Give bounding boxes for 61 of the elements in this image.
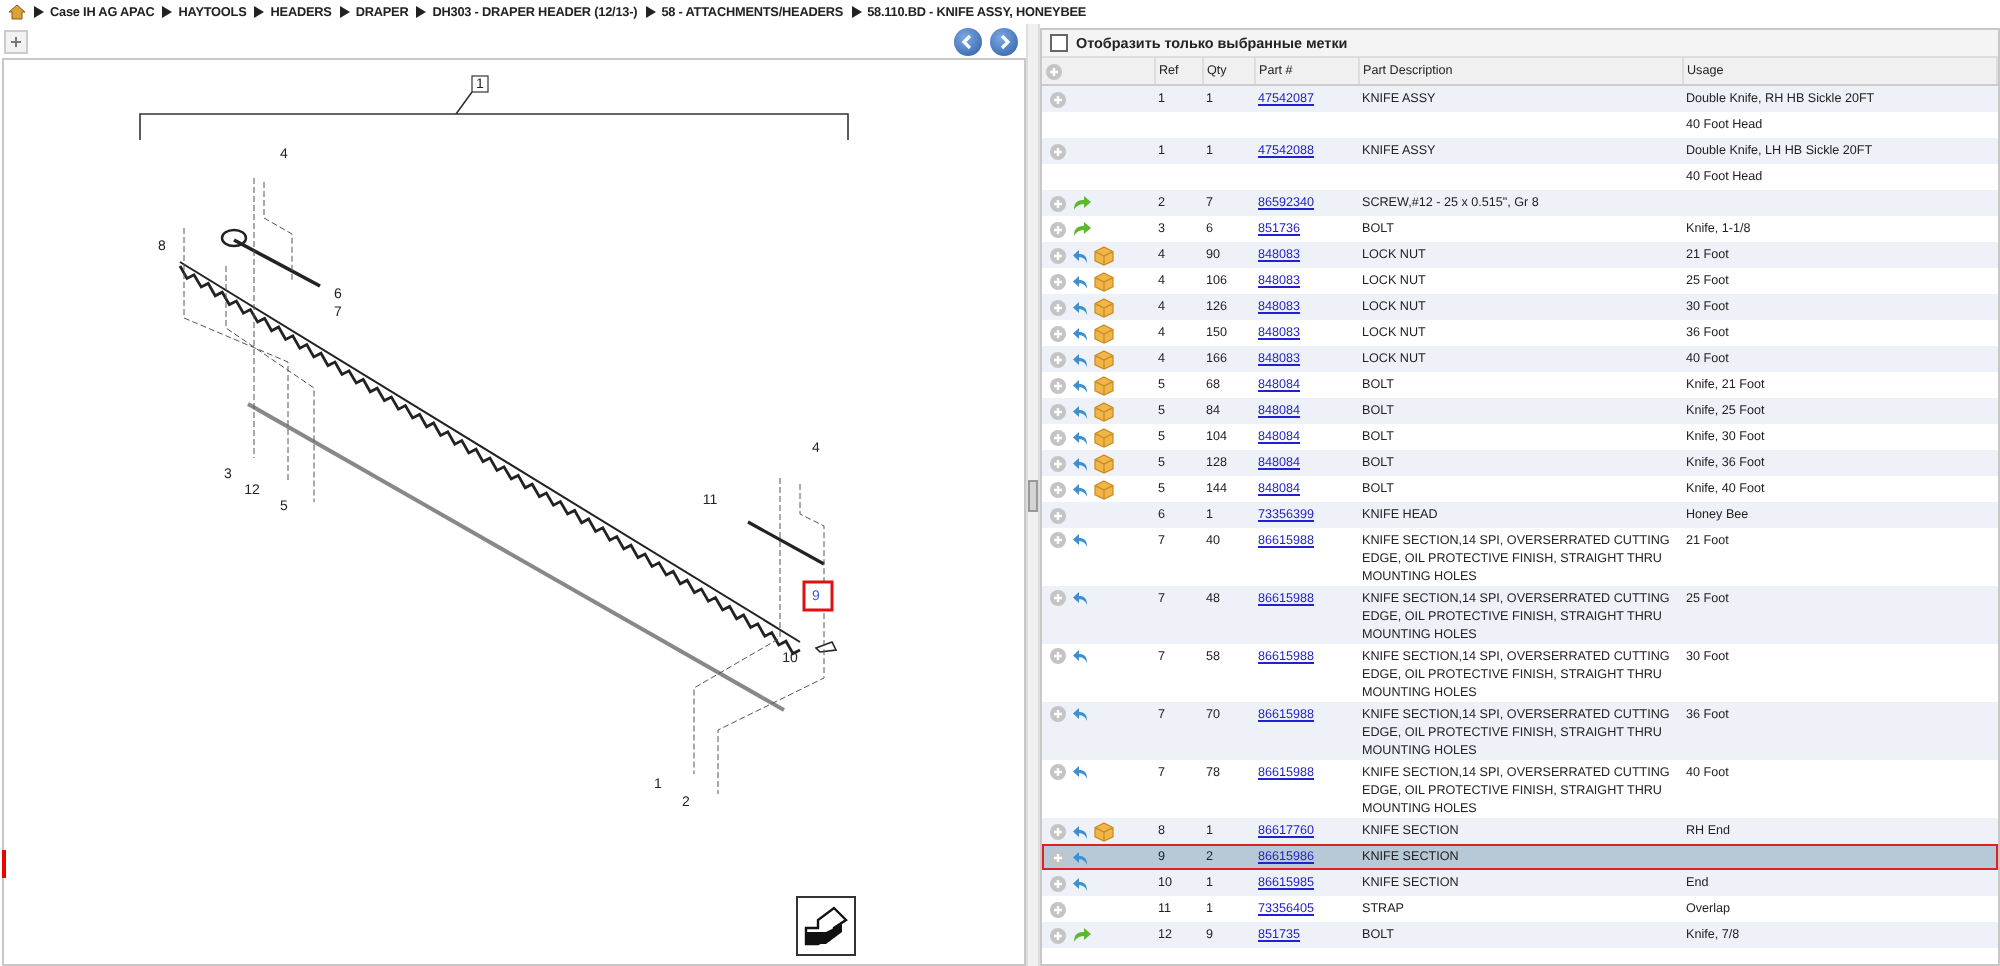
package-icon (1094, 349, 1114, 369)
plus-icon (1052, 534, 1064, 546)
package-icon (1094, 271, 1114, 291)
plus-icon (1052, 327, 1064, 339)
package-icon (1094, 427, 1114, 447)
triangle-icon (162, 6, 173, 18)
triangle-icon (416, 6, 427, 18)
package-icon (1094, 401, 1114, 421)
plus-icon (1052, 903, 1064, 915)
export-button[interactable] (796, 896, 856, 956)
plus-icon (1052, 405, 1064, 417)
chevron-left-icon (960, 33, 976, 49)
plus-icon (1052, 353, 1064, 365)
triangle-icon (851, 6, 862, 18)
plus-icon (1052, 483, 1064, 495)
plus-icon (1052, 223, 1064, 235)
plus-icon (1052, 509, 1064, 521)
plus-icon (1052, 197, 1064, 209)
plus-icon (1052, 592, 1064, 604)
plus-icon (1052, 851, 1064, 863)
curved-arrow-icon (1072, 706, 1088, 722)
triangle-icon (34, 6, 44, 18)
plus-icon (1052, 877, 1064, 889)
package-icon (1094, 453, 1114, 473)
plus-icon (1052, 457, 1064, 469)
expand-all-button[interactable] (1046, 63, 1062, 79)
curved-arrow-icon (1072, 926, 1092, 944)
plus-icon (1052, 301, 1064, 313)
expand-button[interactable] (4, 29, 28, 53)
splitter-handle[interactable] (1028, 479, 1038, 511)
home-icon[interactable] (8, 4, 26, 20)
package-icon (1094, 323, 1114, 343)
triangle-icon (645, 6, 656, 18)
plus-icon (1052, 379, 1064, 391)
curved-arrow-icon (1072, 590, 1088, 606)
plus-icon (1052, 431, 1064, 443)
curved-arrow-icon (1072, 532, 1088, 548)
back-button[interactable] (954, 27, 982, 55)
plus-icon (1052, 708, 1064, 720)
package-icon (1094, 375, 1114, 395)
plus-icon (1052, 929, 1064, 941)
forward-button[interactable] (990, 27, 1018, 55)
package-icon (1094, 479, 1114, 499)
triangle-icon (339, 6, 350, 18)
plus-icon (1052, 93, 1064, 105)
package-icon (1094, 821, 1114, 841)
plus-icon (1048, 65, 1060, 77)
chevron-right-icon (996, 33, 1012, 49)
plus-icon (1052, 145, 1064, 157)
edge-marker (2, 850, 6, 878)
triangle-icon (254, 6, 265, 18)
curved-arrow-icon (1072, 648, 1088, 664)
plus-icon (10, 35, 22, 47)
package-icon (1094, 245, 1114, 265)
plus-icon (1052, 766, 1064, 778)
curved-arrow-icon (1072, 764, 1088, 780)
plus-icon (1052, 249, 1064, 261)
plus-icon (1052, 275, 1064, 287)
plus-icon (1052, 825, 1064, 837)
plus-icon (1052, 650, 1064, 662)
package-icon (1094, 297, 1114, 317)
